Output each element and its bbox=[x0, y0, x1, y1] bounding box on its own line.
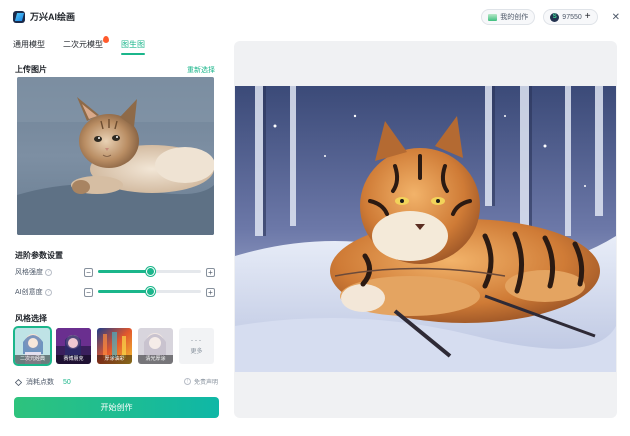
disclaimer-label: 免责声明 bbox=[194, 380, 219, 386]
slider-fill bbox=[98, 290, 150, 293]
credits-badge[interactable]: S 97550 + bbox=[543, 9, 598, 25]
ai-creativity-minus-button[interactable]: − bbox=[84, 287, 93, 297]
tab-anime-model[interactable]: 二次元模型 bbox=[63, 36, 109, 54]
style-card-light-thick[interactable]: 清光厚涂 bbox=[138, 328, 173, 364]
more-styles-button[interactable]: ··· 更多 bbox=[179, 328, 214, 364]
model-tabs: 通用模型 二次元模型 图生图 bbox=[13, 36, 145, 55]
styles-title: 风格选择 bbox=[15, 314, 47, 323]
app-title: 万兴AI绘画 bbox=[30, 12, 76, 22]
more-styles-label: 更多 bbox=[190, 348, 203, 355]
style-strength-minus-button[interactable]: − bbox=[84, 267, 93, 277]
more-dots-icon: ··· bbox=[190, 334, 203, 345]
style-card-thick-oil[interactable]: 厚涂油彩 bbox=[97, 328, 132, 364]
style-strength-label: 风格强度 bbox=[15, 269, 43, 276]
upload-title: 上传图片 bbox=[15, 65, 47, 74]
slider-fill bbox=[98, 270, 150, 273]
style-strength-row: 风格强度 ? − + bbox=[15, 266, 220, 278]
my-works-button[interactable]: 我的创作 bbox=[481, 9, 536, 25]
slider-thumb[interactable] bbox=[145, 267, 155, 276]
ai-creativity-label: AI创意度 bbox=[15, 289, 43, 296]
style-caption: 清光厚涂 bbox=[138, 355, 173, 364]
cost-value: 50 bbox=[63, 378, 71, 386]
style-caption: 赛博朋克 bbox=[56, 355, 91, 364]
slider-thumb[interactable] bbox=[145, 287, 155, 296]
style-strength-slider[interactable] bbox=[98, 267, 201, 276]
disclaimer-link[interactable]: ! 免责声明 bbox=[184, 377, 218, 386]
disclaimer-info-icon: ! bbox=[184, 378, 191, 385]
kitten-photo bbox=[17, 77, 214, 235]
info-icon[interactable]: ? bbox=[45, 268, 52, 276]
anime-tiger-in-snow bbox=[235, 86, 616, 372]
start-create-button[interactable]: 开始创作 bbox=[14, 397, 219, 418]
header-actions: 我的创作 S 97550 + ✕ bbox=[481, 9, 620, 25]
ai-creativity-row: AI创意度 ? − + bbox=[15, 286, 220, 298]
add-credits-icon[interactable]: + bbox=[585, 12, 591, 22]
diamond-icon bbox=[15, 378, 22, 386]
reselect-link[interactable]: 重新选择 bbox=[187, 65, 215, 75]
cost-info: 消耗点数 50 bbox=[15, 377, 71, 387]
tab-label: 二次元模型 bbox=[63, 40, 103, 49]
style-card-anime-classic[interactable]: 二次元经典 bbox=[13, 326, 52, 366]
generated-result-image bbox=[235, 86, 616, 372]
tab-label: 通用模型 bbox=[13, 40, 45, 49]
cost-label: 消耗点数 bbox=[26, 379, 54, 386]
tab-general-model[interactable]: 通用模型 bbox=[13, 39, 45, 54]
image-icon bbox=[488, 13, 498, 21]
style-strength-plus-button[interactable]: + bbox=[206, 267, 215, 277]
style-caption: 厚涂油彩 bbox=[97, 355, 132, 364]
app-logo: 万兴AI绘画 bbox=[13, 10, 75, 23]
ai-creativity-slider[interactable] bbox=[98, 287, 201, 296]
ai-creativity-plus-button[interactable]: + bbox=[206, 287, 215, 297]
close-icon[interactable]: ✕ bbox=[612, 12, 620, 23]
uploaded-kitten-image bbox=[17, 77, 214, 235]
credit-coin-icon: S bbox=[550, 12, 560, 22]
credits-value: 97550 bbox=[562, 13, 582, 21]
style-caption: 二次元经典 bbox=[15, 355, 50, 364]
tab-image-to-image[interactable]: 图生图 bbox=[121, 39, 145, 55]
app-logo-icon bbox=[13, 10, 25, 23]
style-list: 二次元经典 赛博朋克 厚涂油彩 清光厚涂 ··· 更多 bbox=[13, 326, 214, 366]
style-card-cyberpunk[interactable]: 赛博朋克 bbox=[56, 328, 91, 364]
info-icon[interactable]: ? bbox=[45, 288, 52, 296]
hot-flame-icon bbox=[103, 36, 109, 43]
params-title: 进阶参数设置 bbox=[15, 251, 63, 260]
tab-label: 图生图 bbox=[121, 40, 145, 49]
my-works-label: 我的创作 bbox=[500, 14, 529, 21]
